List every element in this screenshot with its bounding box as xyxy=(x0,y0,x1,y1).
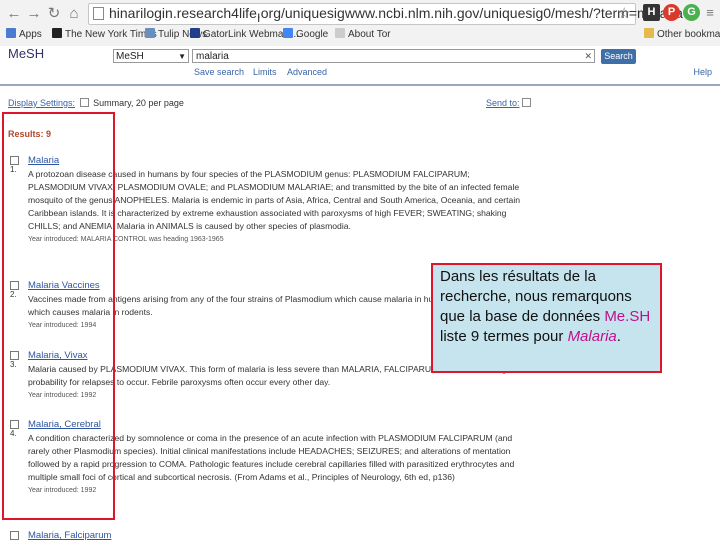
other-bookmarks[interactable]: Other bookmark xyxy=(644,28,720,40)
google-icon xyxy=(283,28,293,38)
menu-icon[interactable]: ≡ xyxy=(702,5,718,21)
nyt-icon xyxy=(52,28,62,38)
address-bar[interactable]: hinarilogin.research4life.org/uniquesigw… xyxy=(88,3,683,25)
save-search-link[interactable]: Save search xyxy=(194,67,244,77)
callout-highlight: Me.SH xyxy=(604,308,651,325)
extension-p-icon[interactable]: P xyxy=(663,4,680,21)
bookmark-about-tor[interactable]: About Tor xyxy=(335,28,391,40)
reload-icon[interactable]: ↻ xyxy=(46,6,62,22)
search-query: malaria xyxy=(196,51,229,62)
uf-icon xyxy=(190,28,200,38)
bookmark-apps[interactable]: Apps xyxy=(6,28,42,40)
result-checkbox[interactable] xyxy=(10,531,19,540)
extension-h-icon[interactable]: H xyxy=(643,4,660,21)
annotation-callout: Dans les résultats de la recherche, nous… xyxy=(431,263,662,373)
database-select[interactable]: MeSH ▼ xyxy=(113,49,189,63)
result-title[interactable]: Malaria, Falciparum xyxy=(28,530,111,541)
url-text: hinarilogin.research4life.org/uniquesigw… xyxy=(109,5,683,21)
send-to-dropdown-icon xyxy=(521,98,531,107)
extension-g-icon[interactable]: G xyxy=(683,4,700,21)
display-settings: Display Settings: Summary, 20 per page xyxy=(8,98,184,108)
browser-chrome: ← → ↻ ⌂ hinarilogin.research4life.org/un… xyxy=(0,0,720,47)
send-to-link[interactable]: Send to: xyxy=(486,98,533,108)
database-value: MeSH xyxy=(116,51,144,62)
limits-link[interactable]: Limits xyxy=(253,67,277,77)
divider xyxy=(0,84,720,86)
bookmark-nyt[interactable]: The New York Times xyxy=(52,28,157,40)
page-icon xyxy=(335,28,345,38)
forward-arrow-icon[interactable]: → xyxy=(26,6,42,22)
folder-icon xyxy=(644,28,654,38)
search-input[interactable]: malaria ✕ xyxy=(192,49,595,63)
search-bar: MeSH MeSH ▼ malaria ✕ Search Save search… xyxy=(0,46,720,80)
callout-italic: Malaria xyxy=(567,328,617,345)
help-link[interactable]: Help xyxy=(693,67,712,77)
settings-dropdown-icon[interactable] xyxy=(79,98,89,107)
display-settings-value: Summary, 20 per page xyxy=(93,98,184,108)
home-icon[interactable]: ⌂ xyxy=(66,6,82,22)
apps-icon xyxy=(6,28,16,38)
display-settings-link[interactable]: Display Settings: xyxy=(8,98,75,108)
bookmarks-bar: Apps The New York Times Tulip News Gator… xyxy=(0,26,720,44)
bookmark-star-icon[interactable]: ☆ xyxy=(618,4,631,22)
back-arrow-icon[interactable]: ← xyxy=(6,6,22,22)
page-icon xyxy=(93,7,104,20)
advanced-link[interactable]: Advanced xyxy=(287,67,327,77)
tulip-icon xyxy=(145,28,155,38)
annotation-highlight-box xyxy=(2,112,115,520)
clear-icon[interactable]: ✕ xyxy=(584,50,592,63)
search-button[interactable]: Search xyxy=(601,49,636,64)
mesh-logo[interactable]: MeSH xyxy=(8,46,44,61)
chevron-down-icon: ▼ xyxy=(178,52,186,61)
bookmark-google[interactable]: Google xyxy=(283,28,328,40)
text-cursor-icon: I xyxy=(257,11,261,25)
